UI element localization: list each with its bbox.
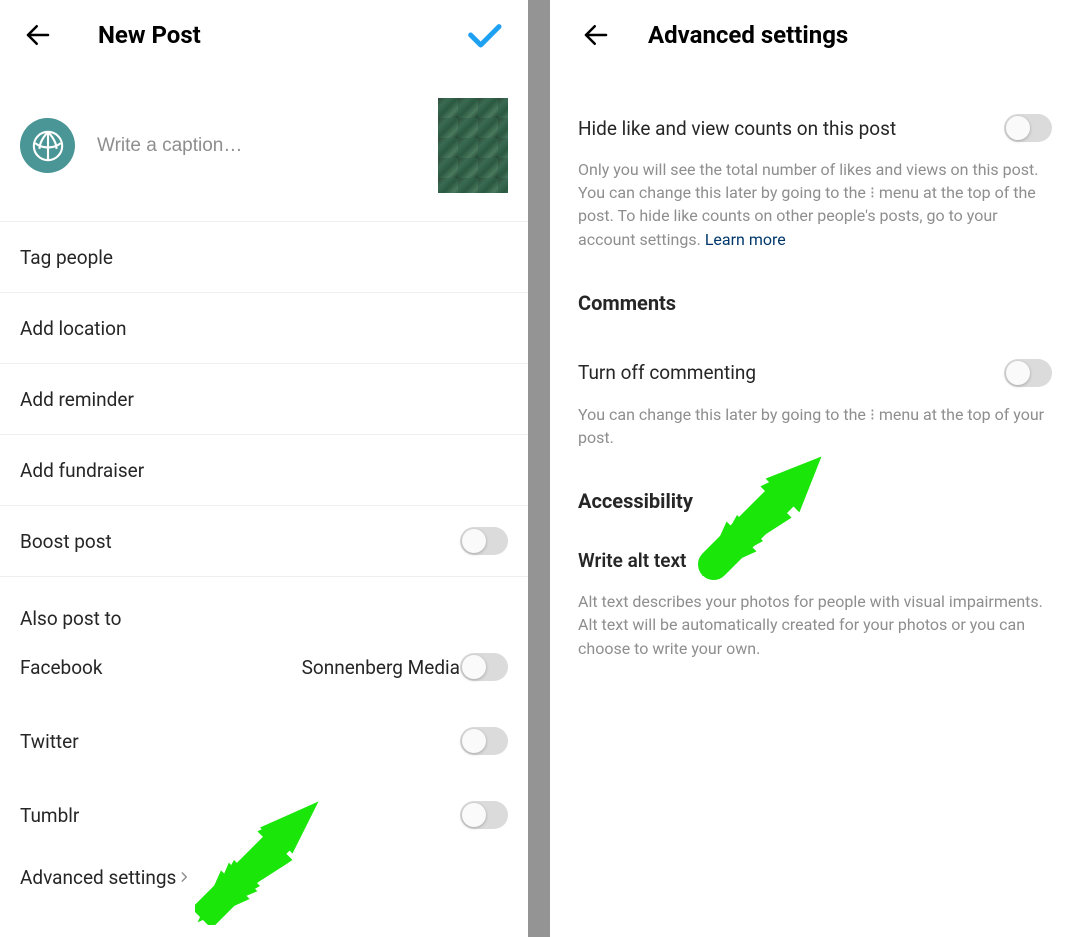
share-facebook-label: Facebook [20, 656, 302, 679]
add-reminder-label: Add reminder [20, 388, 508, 411]
advanced-settings-label: Advanced settings [20, 866, 176, 889]
back-arrow-icon[interactable] [20, 17, 56, 53]
turn-off-commenting-label: Turn off commenting [578, 361, 1004, 384]
advanced-settings-row[interactable]: Advanced settings [0, 852, 528, 902]
share-facebook-row: Facebook Sonnenberg Media [0, 630, 528, 704]
confirm-check-icon[interactable] [464, 15, 504, 55]
add-reminder-row[interactable]: Add reminder [0, 364, 528, 435]
back-arrow-icon[interactable] [578, 17, 614, 53]
advanced-settings-panel: Advanced settings Hide like and view cou… [550, 0, 1080, 937]
write-alt-text-row[interactable]: Write alt text [578, 513, 1052, 590]
profile-avatar[interactable] [20, 118, 75, 173]
hide-like-row: Hide like and view counts on this post [578, 70, 1052, 158]
add-fundraiser-label: Add fundraiser [20, 459, 508, 482]
share-tumblr-label: Tumblr [20, 804, 460, 827]
tag-people-row[interactable]: Tag people [0, 222, 528, 293]
write-alt-text-description: Alt text describes your photos for peopl… [578, 590, 1052, 682]
new-post-header: New Post [0, 0, 528, 70]
advanced-header: Advanced settings [550, 0, 1080, 70]
panel-divider [528, 0, 550, 937]
chevron-right-icon [176, 869, 192, 885]
share-twitter-label: Twitter [20, 730, 460, 753]
also-post-to-label: Also post to [0, 577, 528, 630]
share-facebook-toggle[interactable] [460, 653, 508, 681]
share-facebook-account: Sonnenberg Media [302, 656, 460, 679]
add-location-label: Add location [20, 317, 508, 340]
tag-people-label: Tag people [20, 246, 508, 269]
hide-like-toggle[interactable] [1004, 114, 1052, 142]
share-twitter-toggle[interactable] [460, 727, 508, 755]
page-title: Advanced settings [648, 21, 848, 49]
share-twitter-row: Twitter [0, 704, 528, 778]
page-title: New Post [98, 21, 201, 49]
learn-more-link[interactable]: Learn more [705, 230, 786, 249]
turn-off-commenting-toggle[interactable] [1004, 359, 1052, 387]
post-thumbnail[interactable] [438, 98, 508, 193]
turn-off-commenting-description: You can change this later by going to th… [578, 403, 1052, 471]
accessibility-heading: Accessibility [578, 471, 1052, 513]
share-tumblr-toggle[interactable] [460, 801, 508, 829]
share-tumblr-row: Tumblr [0, 778, 528, 852]
write-alt-text-label: Write alt text [578, 549, 686, 572]
hide-like-label: Hide like and view counts on this post [578, 117, 1004, 140]
new-post-panel: New Post Tag people Add location Add rem… [0, 0, 528, 937]
boost-post-label: Boost post [20, 530, 460, 553]
hide-like-description-text: Only you will see the total number of li… [578, 160, 1038, 249]
boost-post-toggle[interactable] [460, 527, 508, 555]
hide-like-description: Only you will see the total number of li… [578, 158, 1052, 273]
add-location-row[interactable]: Add location [0, 293, 528, 364]
add-fundraiser-row[interactable]: Add fundraiser [0, 435, 528, 506]
boost-post-row: Boost post [0, 506, 528, 577]
turn-off-commenting-row: Turn off commenting [578, 315, 1052, 403]
comments-heading: Comments [578, 273, 1052, 315]
caption-input[interactable] [97, 135, 438, 157]
caption-area [0, 70, 528, 222]
